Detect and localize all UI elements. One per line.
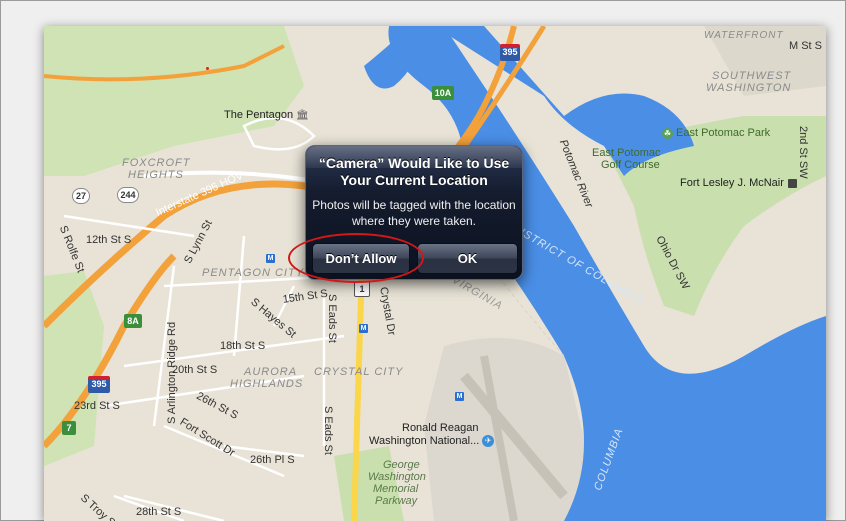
airport-icon: ✈: [482, 435, 495, 448]
park-icon: ☘: [662, 127, 673, 139]
label-gwmp-3: Memorial: [373, 483, 419, 495]
label-washington: WASHINGTON: [706, 82, 792, 94]
metro-icon[interactable]: M: [359, 324, 368, 333]
label-gwmp-2: Washington: [368, 471, 426, 483]
poi-fort-mcnair[interactable]: Fort Lesley J. McNair: [680, 177, 797, 189]
exit-7-shield: 7: [62, 421, 76, 435]
route-1-shield: 1: [354, 281, 370, 297]
label-18th-st: 18th St S: [220, 340, 266, 352]
label-2nd-st: 2nd St SW: [797, 126, 809, 179]
label-foxcroft: FOXCROFT: [122, 157, 191, 169]
label-crystal-city: CRYSTAL CITY: [314, 366, 404, 378]
exit-10a-shield: 10A: [432, 86, 454, 100]
label-gwmp-4: Parkway: [375, 495, 418, 507]
label-waterfront: WATERFRONT: [704, 30, 784, 41]
metro-icon[interactable]: M: [455, 392, 464, 401]
poi-east-potomac-park[interactable]: ☘ East Potomac Park: [662, 127, 770, 139]
label-20th-st: 20th St S: [172, 364, 218, 376]
fort-icon: [787, 178, 797, 188]
label-heights: HEIGHTS: [128, 169, 184, 181]
exit-8a-shield: 8A: [124, 314, 142, 328]
label-golf-course-2: Golf Course: [601, 159, 660, 171]
label-12th-st: 12th St S: [86, 234, 132, 246]
label-golf-course-1: East Potomac: [592, 147, 661, 159]
poi-pentagon[interactable]: The Pentagon 🏛: [224, 109, 309, 121]
alert-message: Photos will be tagged with the location …: [312, 198, 516, 228]
i395-shield-left: 395: [88, 376, 110, 393]
label-aurora: AURORA: [244, 366, 298, 378]
label-eads-st-2: S Eads St: [322, 406, 334, 455]
label-28th-st: 28th St S: [136, 506, 182, 518]
metro-icon[interactable]: M: [266, 254, 275, 263]
label-m-st: M St S: [789, 40, 823, 52]
label-reagan-1: Ronald Reagan: [402, 422, 479, 434]
highlight-annotation: [288, 233, 424, 283]
label-23rd-st: 23rd St S: [74, 400, 120, 412]
label-eads-st-1: S Eads St: [326, 294, 338, 343]
label-pentagon-city: PENTAGON CITY: [202, 267, 305, 279]
location-dot: [206, 67, 209, 70]
route-244-shield: 244: [117, 187, 139, 203]
route-27-shield: 27: [72, 188, 90, 204]
label-highlands: HIGHLANDS: [230, 378, 304, 390]
label-gwmp-1: George: [383, 459, 420, 471]
ok-button[interactable]: OK: [417, 243, 518, 274]
i395-shield: 395: [500, 44, 520, 61]
government-icon: 🏛: [296, 110, 309, 121]
poi-reagan-airport[interactable]: Washington National... ✈: [369, 435, 495, 448]
alert-title: “Camera” Would Like to Use Your Current …: [318, 155, 510, 188]
label-southwest: SOUTHWEST: [712, 70, 792, 82]
label-26th-pl: 26th Pl S: [250, 454, 295, 466]
